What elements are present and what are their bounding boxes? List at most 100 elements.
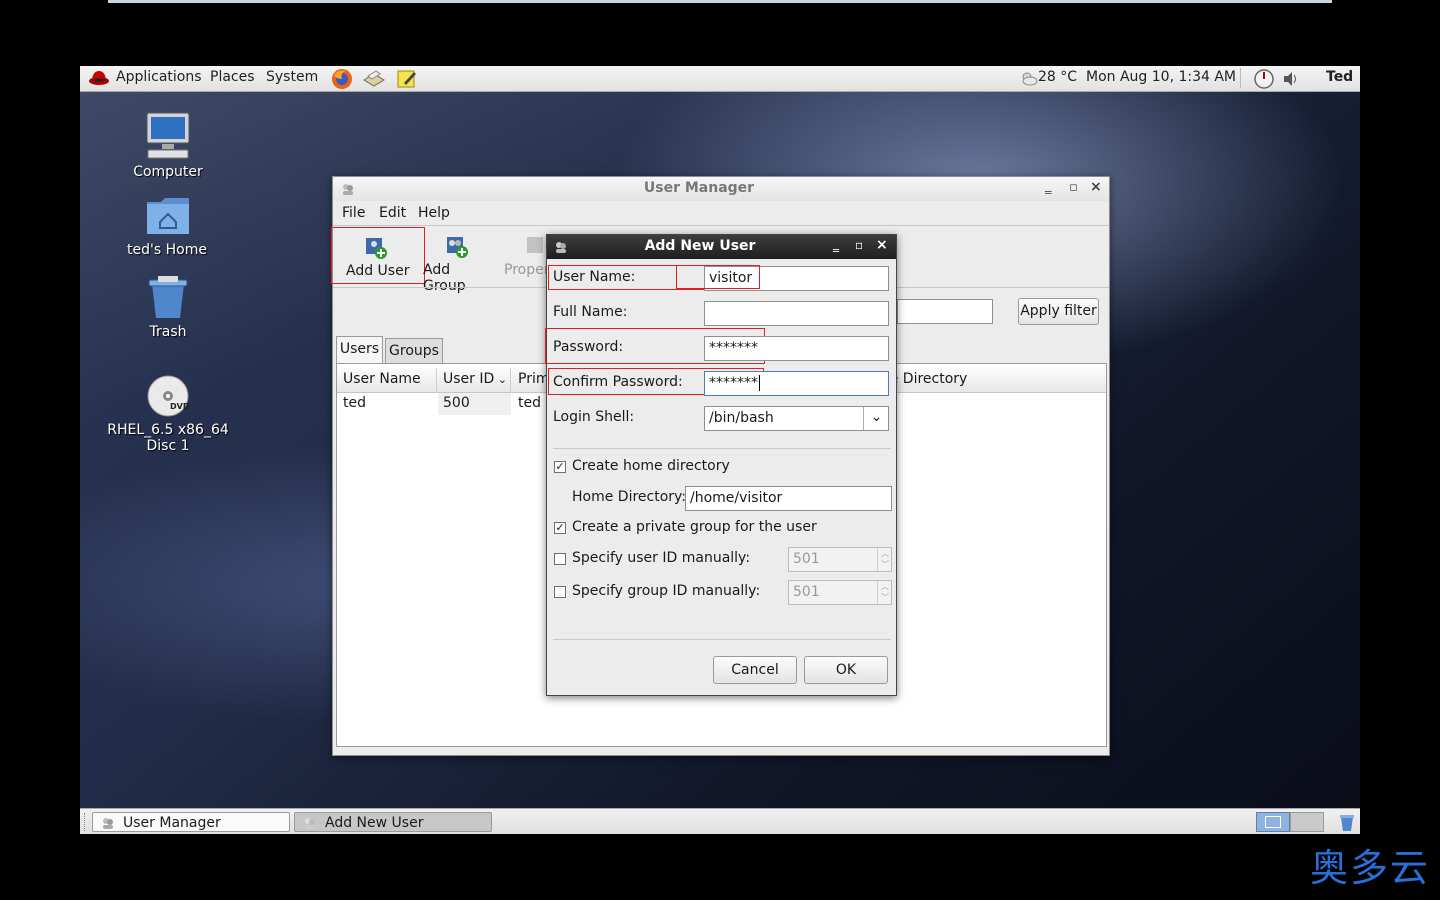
add-new-user-dialog: Add New User ‗ ▫ × User Name: visitor Fu…	[545, 234, 897, 696]
desktop-label-dvd-line2: Disc 1	[146, 438, 190, 454]
desktop-icon-computer[interactable]: Computer	[98, 110, 238, 180]
chevron-down-icon[interactable]: ⌄	[863, 407, 889, 430]
desktop-screen: Applications Places System 28 °C Mon Aug…	[80, 66, 1360, 834]
trash-icon	[146, 274, 238, 324]
panel-user[interactable]: Ted	[1326, 69, 1353, 85]
panel-clock[interactable]: Mon Aug 10, 1:34 AM	[1086, 69, 1236, 85]
add-user-button[interactable]: Add User	[331, 227, 425, 284]
weather-temperature[interactable]: 28 °C	[1038, 69, 1077, 85]
dvd-badge: DVD	[170, 402, 190, 411]
dialog-maximize-icon[interactable]: ▫	[855, 238, 863, 252]
desktop-icon-home[interactable]: ted's Home	[97, 194, 237, 258]
watermark-logo: 奥多云	[1309, 846, 1430, 890]
menu-system[interactable]: System	[266, 69, 318, 85]
dialog-separator	[553, 448, 891, 449]
maximize-icon[interactable]: ▫	[1069, 180, 1078, 195]
text-cursor	[759, 375, 760, 391]
ok-button[interactable]: OK	[804, 656, 888, 684]
private-group-checkbox[interactable]: ✓	[554, 522, 566, 534]
workspace-1[interactable]	[1256, 812, 1290, 832]
taskbar-add-new-user-label: Add New User	[325, 815, 424, 831]
taskbar-user-manager[interactable]: User Manager	[92, 812, 290, 832]
close-icon[interactable]: ×	[1090, 179, 1102, 195]
apply-filter-button[interactable]: Apply filter	[1018, 298, 1099, 325]
cell-user-name: ted	[343, 395, 366, 411]
properties-label: Properties	[504, 262, 549, 278]
username-value-highlight	[676, 265, 760, 289]
menu-edit[interactable]: Edit	[379, 205, 406, 221]
username-label: User Name:	[553, 269, 636, 285]
desktop-label-computer: Computer	[133, 164, 203, 180]
dvd-disc-icon: DVD	[146, 374, 238, 422]
spin-arrows-icon[interactable]: ︿ ﹀	[877, 581, 892, 604]
desktop-icon-dvd[interactable]: DVD RHEL_6.5 x86_64 Disc 1	[98, 374, 238, 454]
desktop-icon-trash[interactable]: Trash	[98, 274, 238, 340]
taskbar-user-manager-icon	[101, 816, 115, 834]
top-strip	[108, 0, 1332, 3]
fullname-label: Full Name:	[553, 304, 628, 320]
uid-value: 501	[793, 551, 820, 567]
panel-handle	[84, 813, 89, 831]
column-user-id[interactable]: User ID ⌄	[443, 371, 507, 387]
volume-icon[interactable]	[1282, 70, 1300, 92]
redhat-logo-icon[interactable]	[88, 69, 109, 87]
private-group-label: Create a private group for the user	[572, 519, 817, 535]
user-manager-title: User Manager	[643, 180, 755, 196]
column-user-id-label: User ID	[443, 371, 495, 387]
network-status-icon[interactable]	[1253, 68, 1275, 94]
menu-separator	[333, 225, 1109, 226]
dialog-close-icon[interactable]: ×	[876, 237, 888, 253]
mail-client-icon[interactable]	[362, 68, 386, 94]
login-shell-combo[interactable]: /bin/bash ⌄	[704, 406, 889, 431]
add-group-label: Add Group	[423, 262, 466, 294]
menu-applications[interactable]: Applications	[116, 69, 202, 85]
create-home-checkbox[interactable]: ✓	[554, 461, 566, 473]
menu-help[interactable]: Help	[418, 205, 450, 221]
uid-manual-checkbox[interactable]	[554, 553, 566, 565]
cancel-button[interactable]: Cancel	[713, 656, 797, 684]
workspace-window-icon	[1265, 816, 1281, 828]
home-directory-input[interactable]: /home/visitor	[685, 486, 892, 511]
weather-icon	[1020, 70, 1038, 90]
login-shell-label: Login Shell:	[553, 409, 635, 425]
user-manager-titlebar[interactable]: User Manager ‗ ▫ ×	[333, 177, 1109, 201]
uid-spinner[interactable]: 501 ︿ ﹀	[788, 547, 892, 572]
trash-applet-icon[interactable]	[1338, 812, 1356, 834]
note-editor-icon[interactable]	[396, 68, 418, 94]
confirm-password-input[interactable]: *******	[704, 371, 889, 396]
firefox-icon[interactable]	[330, 67, 354, 95]
panel-separator	[1240, 68, 1241, 88]
tab-users[interactable]: Users	[336, 336, 383, 363]
properties-button[interactable]: Properties	[503, 227, 549, 284]
spin-arrows-icon[interactable]: ︿ ﹀	[877, 548, 892, 571]
desktop-label-dvd-line1: RHEL_6.5 x86_64	[107, 422, 229, 438]
taskbar-user-manager-label: User Manager	[123, 815, 221, 831]
add-group-button[interactable]: Add Group	[423, 227, 497, 294]
properties-icon	[525, 235, 547, 261]
add-group-icon	[445, 235, 469, 263]
dialog-button-separator	[553, 639, 891, 640]
dialog-minimize-icon[interactable]: ‗	[833, 238, 839, 252]
fullname-input[interactable]	[704, 301, 889, 326]
create-home-label: Create home directory	[572, 458, 730, 474]
workspace-2[interactable]	[1290, 812, 1324, 832]
taskbar-add-new-user-icon	[303, 816, 317, 834]
gid-manual-checkbox[interactable]	[554, 586, 566, 598]
desktop-label-home: ted's Home	[127, 242, 207, 258]
search-filter-input[interactable]	[897, 299, 993, 324]
confirm-password-value: *******	[709, 375, 758, 391]
column-user-name[interactable]: User Name	[343, 371, 421, 387]
password-label: Password:	[553, 339, 624, 355]
dialog-title: Add New User	[644, 238, 756, 254]
tab-groups[interactable]: Groups	[385, 338, 443, 363]
add-user-label: Add User	[346, 263, 410, 279]
menu-places[interactable]: Places	[210, 69, 255, 85]
column-divider	[436, 368, 437, 392]
password-input[interactable]: *******	[704, 336, 889, 361]
minimize-icon[interactable]: ‗	[1045, 180, 1052, 195]
desktop-label-trash: Trash	[149, 324, 187, 340]
taskbar-add-new-user[interactable]: Add New User	[294, 812, 492, 832]
menu-file[interactable]: File	[342, 205, 365, 221]
dialog-titlebar[interactable]: Add New User ‗ ▫ ×	[547, 235, 896, 259]
gid-spinner[interactable]: 501 ︿ ﹀	[788, 580, 892, 605]
